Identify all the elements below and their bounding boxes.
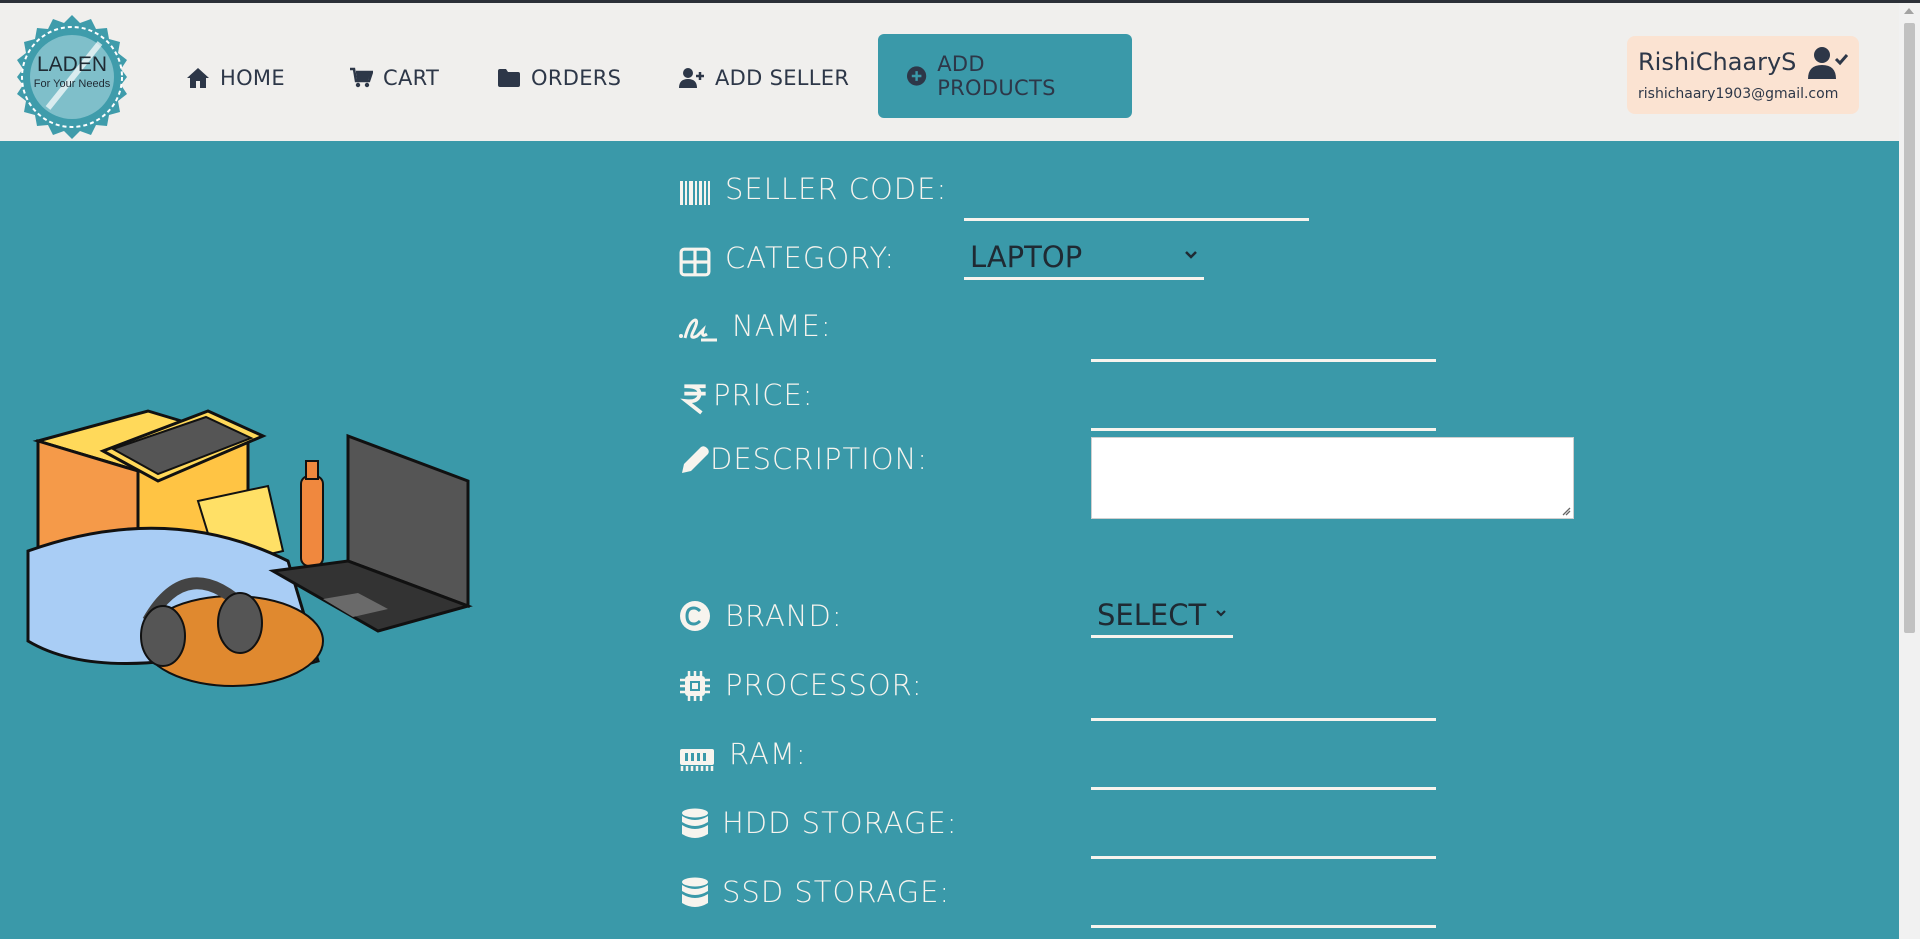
copyright-icon: [680, 601, 710, 631]
category-select[interactable]: LAPTOP: [964, 236, 1204, 280]
price-input[interactable]: [1091, 397, 1436, 431]
category-row: CATEGORY: LAPTOP: [679, 240, 1329, 291]
nav-add-seller[interactable]: ADD SELLER: [679, 36, 849, 120]
laden-logo[interactable]: LADEN For Your Needs: [8, 13, 136, 141]
brand-row: BRAND: SELECT: [679, 598, 1439, 649]
ram-input[interactable]: [1091, 756, 1436, 790]
nav-orders[interactable]: ORDERS: [497, 36, 621, 120]
nav-cart-label: CART: [383, 66, 440, 90]
grid-icon: [679, 247, 711, 277]
processor-label: PROCESSOR:: [725, 668, 923, 702]
name-row: NAME:: [679, 309, 1439, 362]
ram-label: RAM:: [729, 737, 807, 771]
rupee-icon: [680, 384, 706, 415]
memory-icon: [680, 749, 714, 771]
chevron-down-icon: [1185, 251, 1197, 259]
processor-input[interactable]: [1091, 687, 1436, 721]
folder-icon: [498, 69, 520, 87]
resize-grip-icon[interactable]: [1561, 506, 1571, 516]
seller-code-row: SELLER CODE:: [679, 172, 1329, 222]
cart-icon: [350, 67, 373, 88]
logo-tagline: For Your Needs: [34, 78, 111, 90]
products-illustration: [26, 409, 473, 687]
user-check-icon: [1808, 47, 1848, 79]
price-label: PRICE:: [713, 378, 814, 412]
ssd-storage-label: SSD STORAGE:: [722, 875, 951, 909]
hdd-storage-row: HDD STORAGE:: [679, 806, 1439, 859]
signature-icon: [679, 318, 717, 342]
user-profile-card[interactable]: RishiChaaryS rishichaary1903@gmail.com: [1627, 36, 1859, 114]
pencil-icon: [682, 446, 709, 473]
hdd-storage-input[interactable]: [1091, 825, 1436, 859]
brand-select-value: SELECT: [1097, 597, 1207, 632]
chip-icon: [680, 671, 710, 701]
processor-row: PROCESSOR:: [679, 668, 1439, 721]
nav-home-label: HOME: [220, 66, 285, 90]
home-icon: [187, 68, 209, 88]
description-textarea[interactable]: [1091, 437, 1574, 519]
nav-home[interactable]: HOME: [186, 36, 285, 120]
description-row: DESCRIPTION:: [679, 437, 1579, 532]
name-label: NAME:: [732, 309, 832, 343]
plus-circle-icon: [906, 66, 927, 86]
scroll-up-arrow[interactable]: [1904, 8, 1914, 14]
scroll-thumb[interactable]: [1904, 23, 1915, 633]
user-email: rishichaary1903@gmail.com: [1638, 86, 1839, 102]
chevron-down-icon: [1216, 610, 1226, 617]
ram-row: RAM:: [679, 737, 1439, 790]
brand-label: BRAND:: [725, 599, 843, 633]
ssd-storage-row: SSD STORAGE:: [679, 875, 1439, 928]
price-row: PRICE:: [679, 378, 1439, 431]
nav-add-products[interactable]: ADD PRODUCTS: [878, 34, 1132, 118]
nav-add-seller-label: ADD SELLER: [715, 66, 850, 90]
hdd-storage-label: HDD STORAGE:: [722, 806, 958, 840]
name-input[interactable]: [1091, 328, 1436, 362]
seller-code-input[interactable]: [964, 187, 1309, 221]
database-icon: [682, 877, 708, 907]
category-select-value: LAPTOP: [970, 239, 1083, 274]
nav-orders-label: ORDERS: [531, 66, 622, 90]
page-scrollbar[interactable]: [1899, 3, 1920, 939]
logo-title: LADEN: [37, 53, 107, 76]
nav-add-products-label: ADD PRODUCTS: [937, 52, 1056, 100]
seller-code-label: SELLER CODE:: [725, 172, 948, 206]
description-label: DESCRIPTION:: [710, 442, 929, 476]
navbar: LADEN For Your Needs HOME CART ORDERS AD…: [0, 3, 1899, 141]
category-label: CATEGORY:: [725, 241, 896, 275]
database-icon: [682, 808, 708, 838]
user-name: RishiChaaryS: [1638, 48, 1797, 76]
brand-select[interactable]: SELECT: [1091, 594, 1233, 638]
nav-cart[interactable]: CART: [349, 36, 439, 120]
barcode-icon: [680, 181, 710, 205]
user-plus-icon: [679, 68, 704, 88]
ssd-storage-input[interactable]: [1091, 894, 1436, 928]
add-product-section: SELLER CODE: CATEGORY: LAPTOP NAME: PRIC…: [0, 141, 1899, 939]
